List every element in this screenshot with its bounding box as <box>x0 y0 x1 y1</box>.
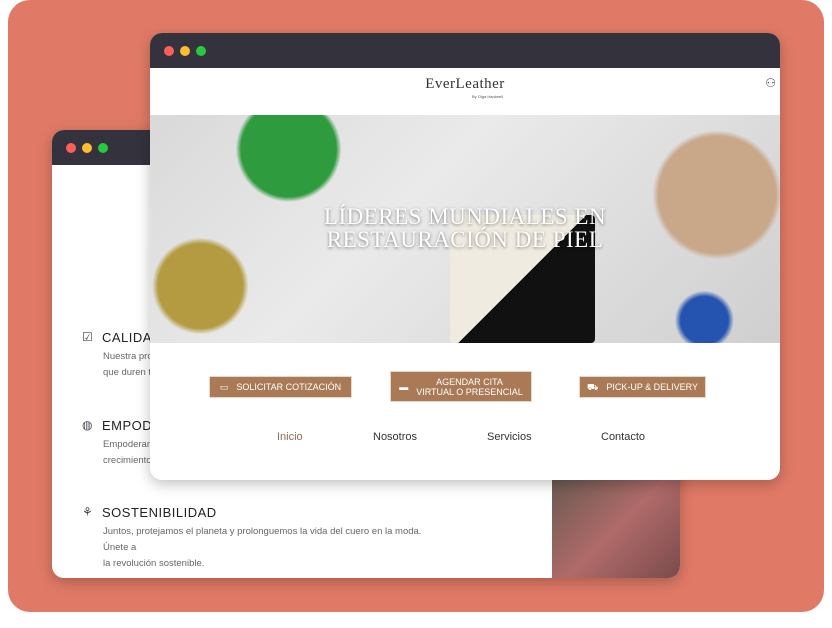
quote-button[interactable]: ▭ SOLICITAR COTIZACIÓN <box>209 376 352 398</box>
logo-byline: By Olga Hardwell <box>472 94 503 99</box>
logo[interactable]: EverLeather <box>150 76 780 93</box>
site-header: EverLeather By Olga Hardwell ⚇ <box>150 68 780 115</box>
feature-text: que duren t <box>103 367 152 378</box>
close-dot[interactable] <box>66 142 76 153</box>
titlebar <box>150 33 780 68</box>
delivery-button[interactable]: ⛟ PICK-UP & DELIVERY <box>579 376 706 398</box>
feature-title: EMPODI <box>102 418 157 433</box>
feature-text: Juntos, protejamos el planeta y prolongu… <box>103 526 422 553</box>
nav-servicios[interactable]: Servicios <box>487 431 532 443</box>
nav-nosotros[interactable]: Nosotros <box>373 431 417 443</box>
button-label: SOLICITAR COTIZACIÓN <box>236 382 342 392</box>
minimize-dot[interactable] <box>180 45 190 56</box>
globe-icon: ◍ <box>82 418 93 432</box>
feature-text: la revolución sostenible. <box>103 558 205 569</box>
feature-text: Nuestra pro <box>103 351 153 362</box>
bag-photo <box>552 480 680 578</box>
money-icon: ▭ <box>219 382 229 392</box>
feature-title: SOSTENIBILIDAD <box>102 505 217 520</box>
user-icon[interactable]: ⚇ <box>765 76 776 90</box>
store-icon: ▬ <box>399 381 409 392</box>
button-label-line: AGENDAR CITA <box>436 376 503 387</box>
maximize-dot[interactable] <box>98 142 108 153</box>
minimize-dot[interactable] <box>82 142 92 153</box>
hero-title: LÍDERES MUNDIALES EN RESTAURACIÓN DE PIEL <box>150 205 780 251</box>
button-label: PICK-UP & DELIVERY <box>606 382 699 392</box>
feature-text: crecimiento <box>103 455 152 466</box>
close-dot[interactable] <box>164 45 174 56</box>
button-label: AGENDAR CITA VIRTUAL O PRESENCIAL <box>416 377 523 397</box>
feature-sostenibilidad: ⚘ SOSTENIBILIDAD Juntos, protejamos el pl… <box>82 505 443 572</box>
nav-contacto[interactable]: Contacto <box>601 431 645 443</box>
checkbox-icon: ☑ <box>82 330 94 344</box>
nav-inicio[interactable]: Inicio <box>277 431 303 443</box>
plant-icon: ⚘ <box>82 505 94 519</box>
front-browser-window: EverLeather By Olga Hardwell ⚇ LÍDERES M… <box>150 33 780 480</box>
feature-text: Empoderam <box>103 439 155 450</box>
truck-icon: ⛟ <box>586 382 599 392</box>
button-label-line: VIRTUAL O PRESENCIAL <box>416 386 523 397</box>
hero-banner: LÍDERES MUNDIALES EN RESTAURACIÓN DE PIEL <box>150 115 780 343</box>
maximize-dot[interactable] <box>196 45 206 56</box>
hero-line: LÍDERES MUNDIALES EN <box>323 204 607 229</box>
appointment-button[interactable]: ▬ AGENDAR CITA VIRTUAL O PRESENCIAL <box>390 371 532 402</box>
hero-line: RESTAURACIÓN DE PIEL <box>326 227 604 252</box>
